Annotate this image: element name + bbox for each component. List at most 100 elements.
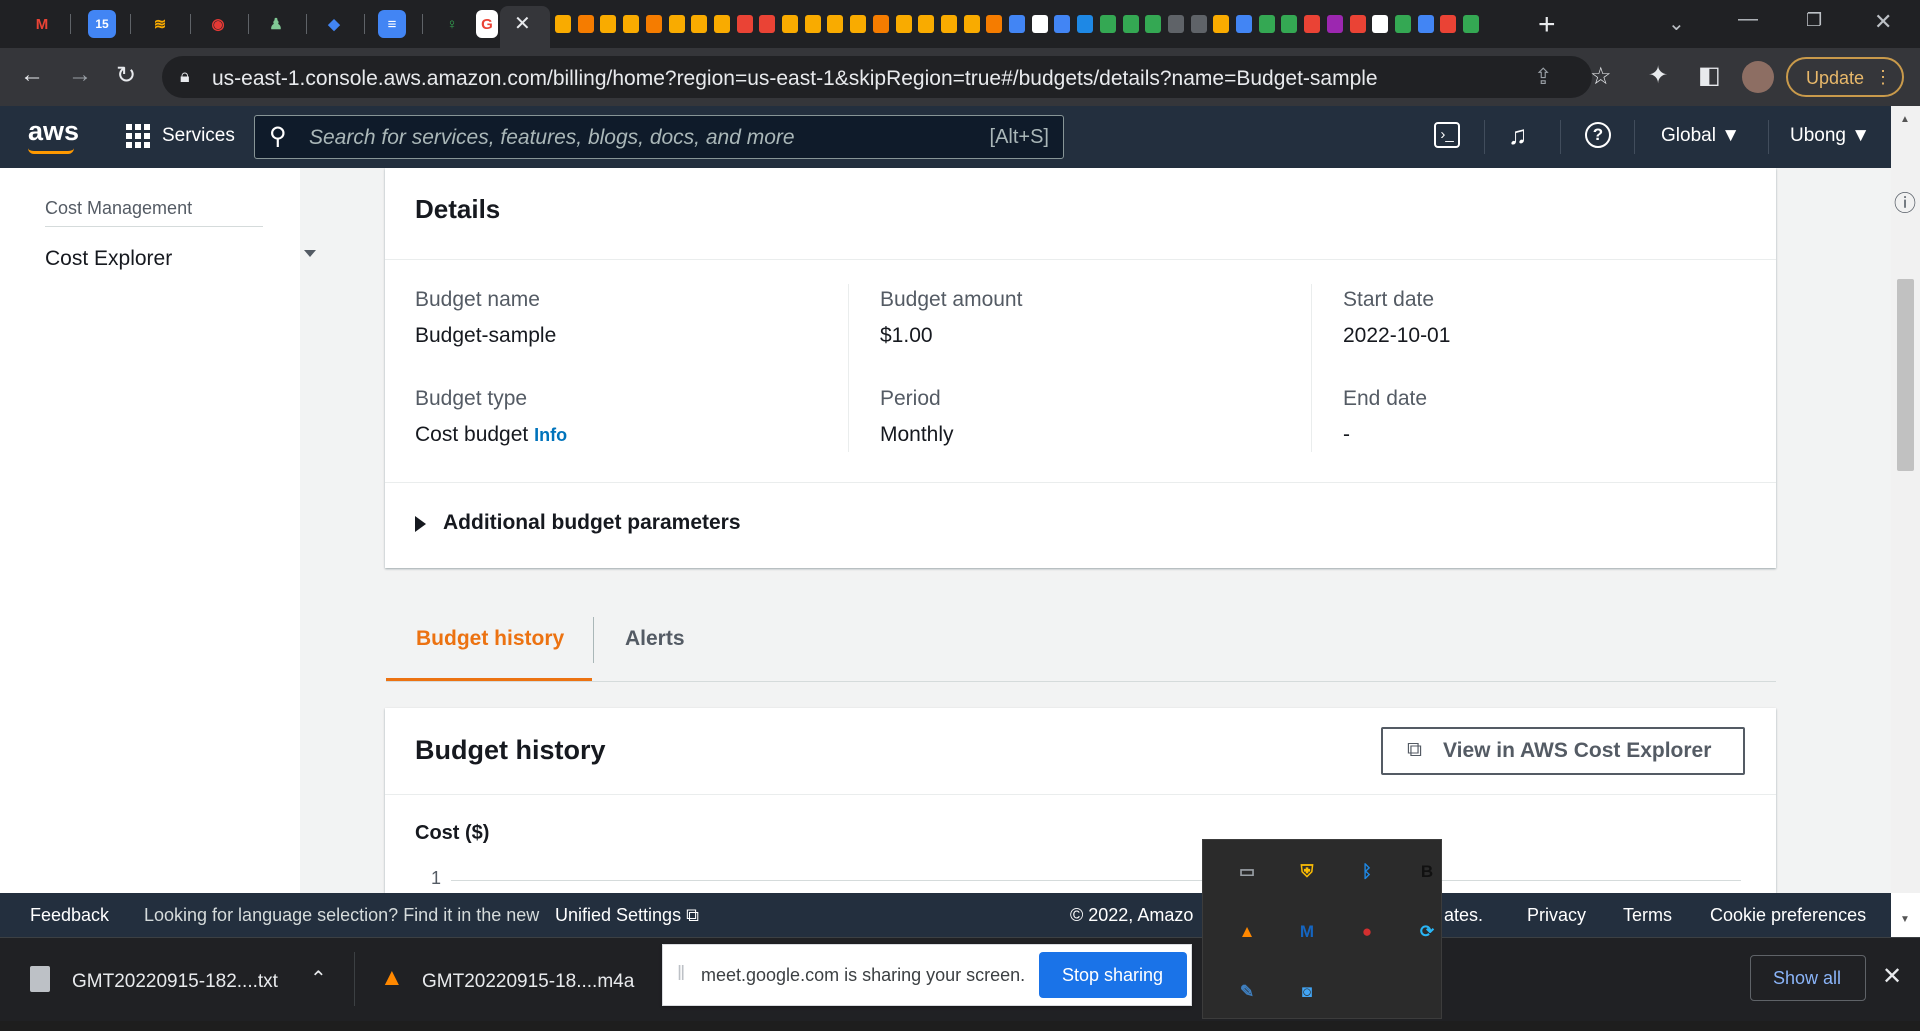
tab-favicon-icon[interactable] [1349, 15, 1366, 33]
services-menu[interactable]: Services [162, 125, 235, 147]
terms-link[interactable]: Terms [1623, 905, 1672, 926]
side-panel-icon[interactable]: ◧ [1698, 61, 1721, 90]
aws-logo[interactable]: aws [28, 116, 79, 147]
minimize-icon[interactable]: — [1738, 8, 1758, 31]
b-app-icon[interactable]: B [1413, 858, 1441, 886]
tab-favicon-icon[interactable] [963, 15, 980, 33]
tab-favicon-icon[interactable] [895, 15, 912, 33]
display-icon[interactable]: ▭ [1233, 858, 1261, 886]
sidebar-item-cost-explorer[interactable]: Cost Explorer [45, 247, 172, 271]
tab-favicon-icon[interactable] [827, 15, 844, 33]
tab-favicon-icon[interactable] [1304, 15, 1321, 33]
tab-favicon-icon[interactable] [645, 15, 662, 33]
tab-favicon-icon[interactable] [1440, 15, 1457, 33]
malwarebytes-icon[interactable]: M [1293, 918, 1321, 946]
lock-icon[interactable]: 🔒︎ [180, 66, 190, 87]
tab-budget-history[interactable]: Budget history [416, 627, 564, 651]
calendar-tab-icon[interactable]: 15 [88, 10, 116, 38]
bookmark-star-icon[interactable]: ☆ [1590, 62, 1612, 91]
extensions-icon[interactable]: ✦ [1648, 61, 1668, 90]
close-tab-icon[interactable]: ✕ [514, 11, 531, 36]
restore-icon[interactable]: ❐ [1806, 10, 1822, 31]
tab-favicon-icon[interactable] [940, 15, 957, 33]
privacy-link[interactable]: Privacy [1527, 905, 1586, 926]
download-item-txt[interactable]: GMT20220915-182....txt [72, 971, 278, 993]
update-button[interactable]: Update ⋮ [1786, 57, 1904, 97]
tab-favicon-icon[interactable] [986, 15, 1003, 33]
tab-favicon-icon[interactable] [623, 15, 640, 33]
gmail-tab-icon[interactable]: M [28, 10, 56, 38]
show-all-button[interactable]: Show all [1750, 955, 1866, 1001]
tab-favicon-icon[interactable] [1463, 15, 1479, 33]
view-cost-explorer-button[interactable]: ⧉ View in AWS Cost Explorer [1381, 727, 1745, 775]
tab-search-icon[interactable]: ⌄ [1668, 11, 1685, 36]
app-tab-icon[interactable]: ♟ [262, 10, 290, 38]
tab-favicon-icon[interactable] [1372, 15, 1389, 33]
cloudshell-icon[interactable]: ›_ [1434, 122, 1460, 148]
app-tab-icon[interactable]: ♀ [438, 10, 466, 38]
record-tab-icon[interactable]: ◉ [204, 10, 232, 38]
profile-avatar[interactable] [1742, 61, 1774, 93]
scroll-down-icon[interactable]: ▼ [1900, 914, 1910, 925]
new-tab-icon[interactable]: + [1538, 8, 1556, 42]
search-input[interactable]: ⚲ Search for services, features, blogs, … [254, 115, 1064, 159]
tab-favicon-icon[interactable] [1077, 15, 1094, 33]
chevron-up-icon[interactable]: ⌃ [310, 966, 327, 991]
share-icon[interactable]: ⇪ [1534, 64, 1552, 90]
unified-settings-link[interactable]: Unified Settings ⧉ [555, 905, 699, 926]
tab-favicon-icon[interactable] [1236, 15, 1252, 33]
camera-icon[interactable]: ◙ [1293, 978, 1321, 1006]
scrollbar-thumb[interactable] [1897, 279, 1914, 471]
tab-favicon-icon[interactable] [1281, 15, 1298, 33]
tab-favicon-icon[interactable] [850, 15, 867, 33]
bluetooth-icon[interactable]: ᛒ [1353, 858, 1381, 886]
tab-alerts[interactable]: Alerts [625, 627, 685, 651]
download-item-m4a[interactable]: GMT20220915-18....m4a [422, 971, 634, 993]
cookie-preferences-link[interactable]: Cookie preferences [1710, 905, 1866, 926]
tab-favicon-icon[interactable] [1394, 15, 1411, 33]
scroll-up-icon[interactable]: ▲ [1900, 114, 1910, 125]
tab-favicon-icon[interactable] [1054, 15, 1071, 33]
tab-favicon-icon[interactable] [782, 15, 798, 33]
tab-favicon-icon[interactable] [555, 15, 571, 33]
tab-favicon-icon[interactable] [713, 15, 730, 33]
tab-favicon-icon[interactable] [577, 15, 594, 33]
tab-favicon-icon[interactable] [1417, 15, 1434, 33]
tab-favicon-icon[interactable] [1167, 15, 1184, 33]
stop-sharing-button[interactable]: Stop sharing [1039, 952, 1187, 998]
caret-down-icon[interactable] [304, 250, 316, 257]
tab-favicon-icon[interactable] [759, 15, 776, 33]
tab-favicon-icon[interactable] [1122, 15, 1139, 33]
tab-favicon-icon[interactable] [600, 15, 617, 33]
security-shield-icon[interactable]: ⛨ [1293, 858, 1321, 886]
notifications-bell-icon[interactable]: ♫ [1508, 120, 1528, 151]
tab-favicon-icon[interactable] [1009, 15, 1025, 33]
info-panel-icon[interactable]: ⓘ [1890, 186, 1920, 216]
close-shelf-icon[interactable]: ✕ [1882, 962, 1902, 991]
tab-favicon-icon[interactable] [1190, 15, 1207, 33]
wrench-icon[interactable]: ✎ [1233, 978, 1261, 1006]
account-menu[interactable]: Ubong ▼ [1790, 125, 1870, 147]
sidebar-section-cost-management[interactable]: Cost Management [45, 198, 192, 219]
additional-parameters-expander[interactable]: Additional budget parameters [443, 511, 741, 535]
feedback-link[interactable]: Feedback [30, 905, 109, 926]
tab-favicon-icon[interactable] [736, 15, 753, 33]
docs-tab-icon[interactable]: ≡ [378, 10, 406, 38]
info-link[interactable]: Info [534, 425, 567, 445]
tab-favicon-icon[interactable] [1031, 15, 1048, 33]
close-window-icon[interactable]: ✕ [1874, 9, 1892, 35]
google-tab-icon[interactable]: G [476, 10, 498, 38]
sync-icon[interactable]: ⟳ [1413, 918, 1441, 946]
vlc-icon[interactable]: ▲ [1233, 918, 1261, 946]
expand-caret-icon[interactable] [415, 516, 426, 532]
diamond-tab-icon[interactable]: ◆ [320, 10, 348, 38]
tab-favicon-icon[interactable] [1258, 15, 1275, 33]
tab-favicon-icon[interactable] [1145, 15, 1162, 33]
tab-favicon-icon[interactable] [691, 15, 708, 33]
back-icon[interactable]: ← [20, 61, 44, 89]
recorder-icon[interactable]: ● [1353, 918, 1381, 946]
services-grid-icon[interactable] [126, 124, 150, 148]
page-scrollbar[interactable]: ▲ ⓘ ▼ [1890, 106, 1920, 925]
reload-icon[interactable]: ↻ [116, 61, 136, 90]
tab-favicon-icon[interactable] [804, 15, 821, 33]
